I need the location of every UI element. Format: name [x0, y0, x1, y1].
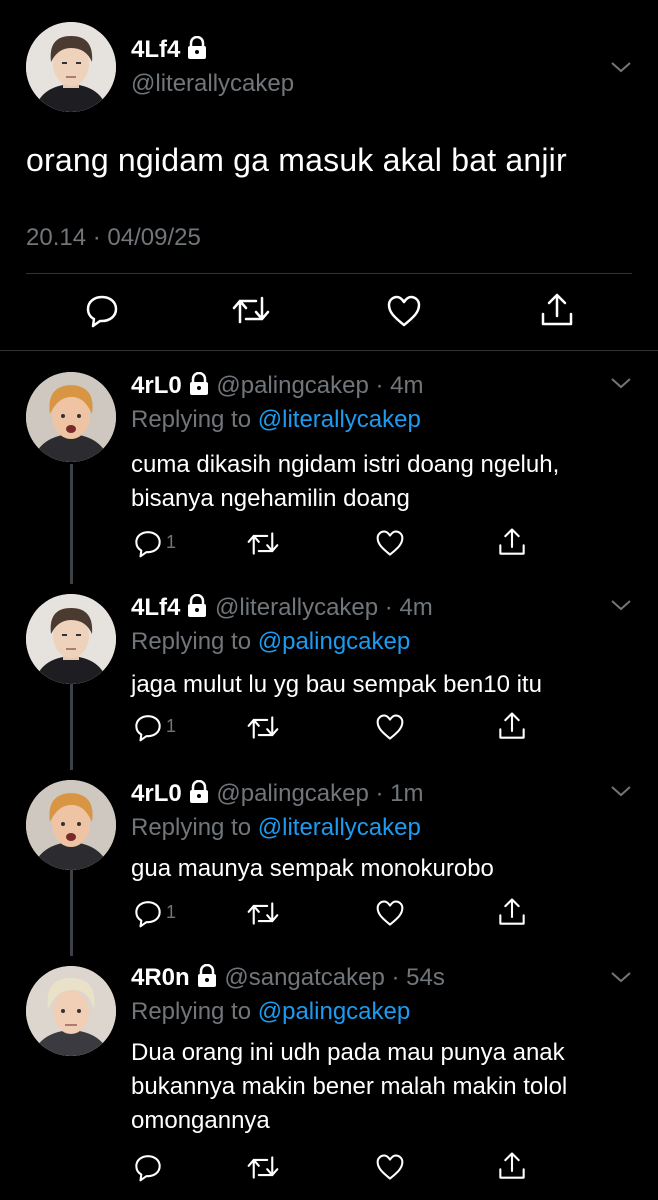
avatar[interactable] — [26, 966, 116, 1056]
user-handle[interactable]: @palingcakep — [216, 372, 368, 399]
retweet-icon[interactable] — [247, 530, 279, 557]
replying-to-label: Replying to — [131, 998, 252, 1025]
user-handle[interactable]: @literallycakep — [215, 594, 378, 621]
share-icon[interactable] — [538, 292, 576, 328]
share-icon[interactable] — [496, 897, 528, 927]
display-name[interactable]: 4rL0 — [131, 372, 182, 399]
display-name[interactable]: 4Lf4 — [131, 35, 208, 67]
retweet-icon[interactable] — [247, 900, 279, 927]
reply-text: cuma dikasih ngidam istri doang ngeluh, … — [131, 448, 631, 516]
like-icon[interactable] — [375, 529, 405, 557]
retweet-icon[interactable] — [232, 294, 270, 326]
divider — [26, 273, 632, 274]
retweet-icon[interactable] — [247, 1154, 279, 1181]
reply-text-line: bukannya makin bener malah makin tolol — [131, 1073, 568, 1100]
reply-actions — [0, 1150, 658, 1186]
replying-to-link[interactable]: @palingcakep — [258, 628, 410, 655]
like-icon[interactable] — [386, 294, 422, 328]
reply-text: Dua orang ini udh pada mau punya anak bu… — [131, 1036, 631, 1138]
reply-text: jaga mulut lu yg bau sempak ben10 itu — [131, 668, 631, 702]
reply-text-line: cuma dikasih ngidam istri doang ngeluh, — [131, 451, 560, 478]
reply-icon[interactable] — [133, 1152, 163, 1182]
reply-time: · 54s — [391, 964, 445, 991]
chevron-down-icon[interactable] — [610, 376, 632, 395]
tweet-actions — [0, 292, 658, 332]
tweet-text: orang ngidam ga masuk akal bat anjir — [26, 142, 567, 178]
display-name[interactable]: 4Lf4 — [131, 594, 180, 621]
user-handle[interactable]: @literallycakep — [131, 70, 294, 98]
like-icon[interactable] — [375, 713, 405, 741]
reply-count: 1 — [166, 716, 177, 736]
replying-to-label: Replying to — [131, 628, 252, 655]
reply-icon[interactable] — [133, 712, 163, 742]
reply-text: gua maunya sempak monokurobo — [131, 852, 631, 886]
like-icon[interactable] — [375, 899, 405, 927]
reply-icon[interactable] — [133, 898, 163, 928]
reply-time: · 4m — [375, 372, 424, 399]
divider — [0, 350, 658, 351]
avatar[interactable] — [26, 372, 116, 462]
chevron-down-icon[interactable] — [610, 970, 632, 989]
user-handle[interactable]: @palingcakep — [216, 780, 368, 807]
main-tweet: 4Lf4 @literallycakep orang ngidam ga mas… — [0, 0, 658, 350]
thread-line — [70, 464, 73, 584]
replying-to-link[interactable]: @literallycakep — [258, 814, 421, 841]
lock-icon — [188, 779, 210, 811]
chevron-down-icon[interactable] — [610, 598, 632, 617]
reply-icon[interactable] — [133, 528, 163, 558]
chevron-down-icon[interactable] — [610, 784, 632, 803]
user-handle[interactable]: @sangatcakep — [224, 964, 384, 991]
tweet-timestamp: 20.14 · 04/09/25 — [26, 224, 201, 251]
reply-text-line: gua maunya sempak monokurobo — [131, 855, 494, 882]
replying-to-link[interactable]: @palingcakep — [258, 998, 410, 1025]
share-icon[interactable] — [496, 711, 528, 741]
reply-text-line: bisanya ngehamilin doang — [131, 485, 410, 512]
reply-time: · 1m — [375, 780, 424, 807]
reply-actions: 1 — [0, 710, 658, 746]
lock-icon — [186, 35, 208, 67]
avatar[interactable] — [26, 22, 116, 112]
lock-icon — [196, 963, 218, 995]
reply-count: 1 — [166, 532, 177, 552]
reply-count: 1 — [166, 902, 177, 922]
reply-icon[interactable] — [84, 292, 120, 328]
reply-text-line: jaga mulut lu yg bau sempak ben10 itu — [131, 671, 542, 698]
reply-text-line: Dua orang ini udh pada mau punya anak — [131, 1039, 565, 1066]
like-icon[interactable] — [375, 1153, 405, 1181]
share-icon[interactable] — [496, 1151, 528, 1181]
avatar[interactable] — [26, 594, 116, 684]
lock-icon — [186, 593, 208, 625]
reply-actions: 1 — [0, 526, 658, 562]
chevron-down-icon[interactable] — [610, 60, 632, 79]
lock-icon — [188, 371, 210, 403]
reply-actions: 1 — [0, 896, 658, 932]
share-icon[interactable] — [496, 527, 528, 557]
reply-text-line: omongannya — [131, 1107, 270, 1134]
replying-to-label: Replying to — [131, 406, 252, 433]
replying-to-label: Replying to — [131, 814, 252, 841]
retweet-icon[interactable] — [247, 714, 279, 741]
replying-to-link[interactable]: @literallycakep — [258, 406, 421, 433]
reply-time: · 4m — [384, 594, 433, 621]
display-name[interactable]: 4rL0 — [131, 780, 182, 807]
display-name[interactable]: 4R0n — [131, 964, 190, 991]
avatar[interactable] — [26, 780, 116, 870]
